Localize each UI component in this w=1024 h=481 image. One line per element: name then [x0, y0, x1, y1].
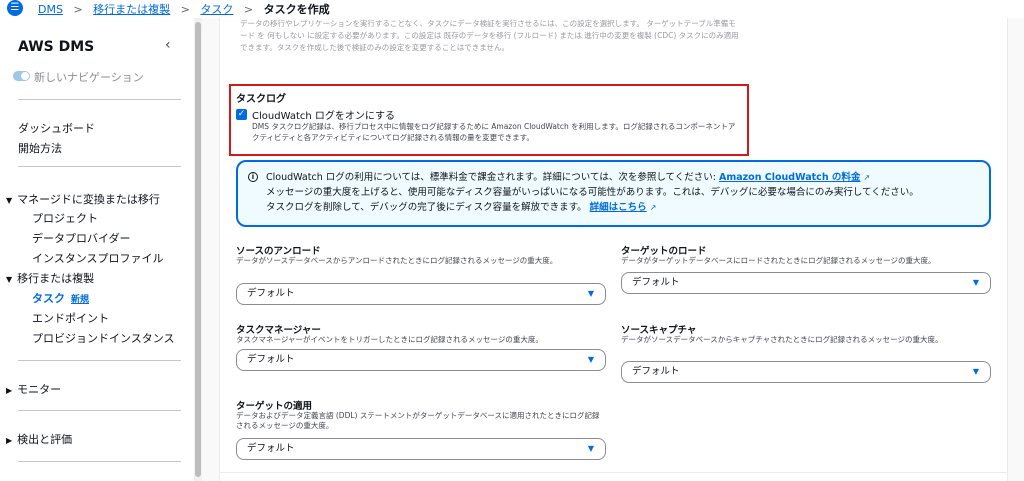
sidebar-item-provisioned-instances[interactable]: プロビジョンドインスタンス: [32, 330, 175, 346]
task-manager-select[interactable]: デフォルト ▼: [236, 349, 606, 371]
task-log-title: タスクログ: [236, 94, 286, 105]
sidebar-title: AWS DMS: [18, 39, 95, 55]
sidebar: AWS DMS ‹ 新しいナビゲーション ダッシュボード 開始方法 ▼ マネージド…: [0, 18, 194, 481]
select-value: デフォルト: [247, 354, 295, 365]
breadcrumb-dms[interactable]: DMS: [38, 3, 63, 16]
caret-down-icon: ▼: [6, 196, 13, 205]
select-value: デフォルト: [247, 288, 295, 299]
target-apply-select[interactable]: デフォルト ▼: [236, 438, 606, 460]
sidebar-item-tasks[interactable]: タスク 新規: [32, 290, 89, 306]
sidebar-group-label: モニター: [17, 383, 62, 396]
sidebar-group-migrate[interactable]: ▼ 移行または複製: [6, 270, 94, 286]
select-value: デフォルト: [632, 366, 680, 377]
sidebar-item-endpoints[interactable]: エンドポイント: [32, 310, 109, 326]
breadcrumb-migrate[interactable]: 移行または複製: [93, 3, 170, 16]
target-load-select[interactable]: デフォルト ▼: [621, 272, 991, 294]
dropdown-caret-icon: ▼: [587, 355, 594, 364]
cloudwatch-logs-checkbox[interactable]: ✓: [236, 109, 247, 120]
sidebar-item-dashboard[interactable]: ダッシュボード: [18, 120, 95, 136]
breadcrumb-tasks[interactable]: タスク: [200, 3, 233, 16]
sidebar-group-label: 移行または複製: [17, 272, 95, 285]
task-manager-label: タスクマネージャー: [236, 325, 321, 336]
sidebar-divider: [18, 360, 181, 361]
hamburger-icon[interactable]: ☰: [7, 0, 23, 16]
dropdown-caret-icon: ▼: [587, 444, 594, 453]
source-capture-label: ソースキャプチャ: [621, 325, 697, 336]
caret-right-icon: ▶: [6, 436, 13, 445]
breadcrumb-separator: >: [73, 3, 83, 16]
scrollbar-thumb[interactable]: [195, 22, 201, 477]
source-capture-select[interactable]: デフォルト ▼: [621, 361, 991, 383]
info-icon: i: [248, 172, 258, 182]
external-link-icon: ↗: [649, 203, 657, 212]
cloudwatch-logs-description: DMS タスクログ記録は、移行プロセス中に情報をログ記録するために Amazon…: [252, 122, 736, 142]
select-value: デフォルト: [632, 277, 680, 288]
breadcrumb-separator: >: [180, 3, 190, 16]
sidebar-divider: [18, 410, 181, 411]
sidebar-group-label: マネージドに変換または移行: [17, 193, 160, 206]
section-divider: [219, 472, 1008, 473]
source-unload-label: ソースのアンロード: [236, 246, 321, 257]
dropdown-caret-icon: ▼: [972, 367, 979, 376]
task-manager-desc: タスクマネージャーがイベントをトリガーしたときにログ記録されるメッセージの重大度…: [236, 335, 543, 344]
top-bar: ☰ DMS > 移行または複製 > タスク > タスクを作成: [0, 0, 1024, 18]
dropdown-caret-icon: ▼: [587, 289, 594, 298]
source-unload-select[interactable]: デフォルト ▼: [236, 283, 606, 305]
caret-down-icon: ▼: [6, 275, 13, 284]
sidebar-group-monitor[interactable]: ▶ モニター: [6, 381, 61, 397]
cloudwatch-pricing-link[interactable]: Amazon CloudWatch の料金: [719, 172, 860, 183]
new-navigation-label: 新しいナビゲーション: [34, 71, 144, 84]
validation-description: データの移行やレプリケーションを実行することなく、タスクにデータ検証を実行させる…: [240, 19, 739, 52]
sidebar-divider: [18, 99, 181, 100]
target-apply-desc: データおよびデータ定義言語 (DDL) ステートメントがターゲットデータベースに…: [236, 411, 600, 430]
sidebar-item-data-providers[interactable]: データプロバイダー: [32, 230, 131, 246]
target-load-label: ターゲットのロード: [621, 246, 707, 257]
sidebar-divider: [18, 461, 181, 462]
caret-right-icon: ▶: [6, 386, 13, 395]
learn-more-link[interactable]: 詳細はこちら: [590, 202, 647, 213]
collapse-sidebar-icon[interactable]: ‹: [165, 37, 171, 53]
info-line-1: CloudWatch ログの利用については、標準料金で課金されます。詳細について…: [266, 172, 719, 183]
new-navigation-toggle[interactable]: [13, 71, 30, 81]
breadcrumb-separator: >: [243, 3, 254, 16]
new-badge: 新規: [71, 295, 90, 305]
sidebar-item-getting-started[interactable]: 開始方法: [18, 140, 62, 156]
sidebar-divider: [18, 166, 181, 167]
sidebar-group-discover[interactable]: ▶ 検出と評価: [6, 431, 72, 447]
sidebar-item-label: タスク: [32, 292, 65, 305]
external-link-icon: ↗: [863, 173, 871, 182]
info-line-3: タスクログを削除して、デバッグの完了後にディスク容量を解放できます。: [266, 202, 587, 213]
info-alert-text: CloudWatch ログの利用については、標準料金で課金されます。詳細について…: [266, 170, 976, 215]
cloudwatch-logs-label[interactable]: CloudWatch ログをオンにする: [252, 107, 395, 122]
target-apply-label: ターゲットの適用: [236, 401, 313, 412]
breadcrumb-current: タスクを作成: [263, 3, 330, 16]
sidebar-item-instance-profiles[interactable]: インスタンスプロファイル: [32, 250, 164, 266]
breadcrumb: DMS > 移行または複製 > タスク > タスクを作成: [38, 1, 330, 17]
info-line-2: メッセージの重大度を上げると、使用可能なディスク容量がいっぱいになる可能性があり…: [266, 187, 919, 198]
select-value: デフォルト: [247, 443, 295, 454]
source-capture-desc: データがソースデータベースからキャプチャされたときにログ記録されるメッセージの重…: [621, 335, 943, 344]
sidebar-group-label: 検出と評価: [17, 433, 73, 446]
source-unload-desc: データがソースデータベースからアンロードされたときにログ記録されるメッセージの重…: [236, 256, 558, 265]
sidebar-item-projects[interactable]: プロジェクト: [32, 210, 98, 226]
sidebar-group-convert[interactable]: ▼ マネージドに変換または移行: [6, 191, 160, 207]
dropdown-caret-icon: ▼: [972, 278, 979, 287]
target-load-desc: データがターゲットデータベースにロードされたときにログ記録されるメッセージの重大…: [621, 256, 936, 265]
